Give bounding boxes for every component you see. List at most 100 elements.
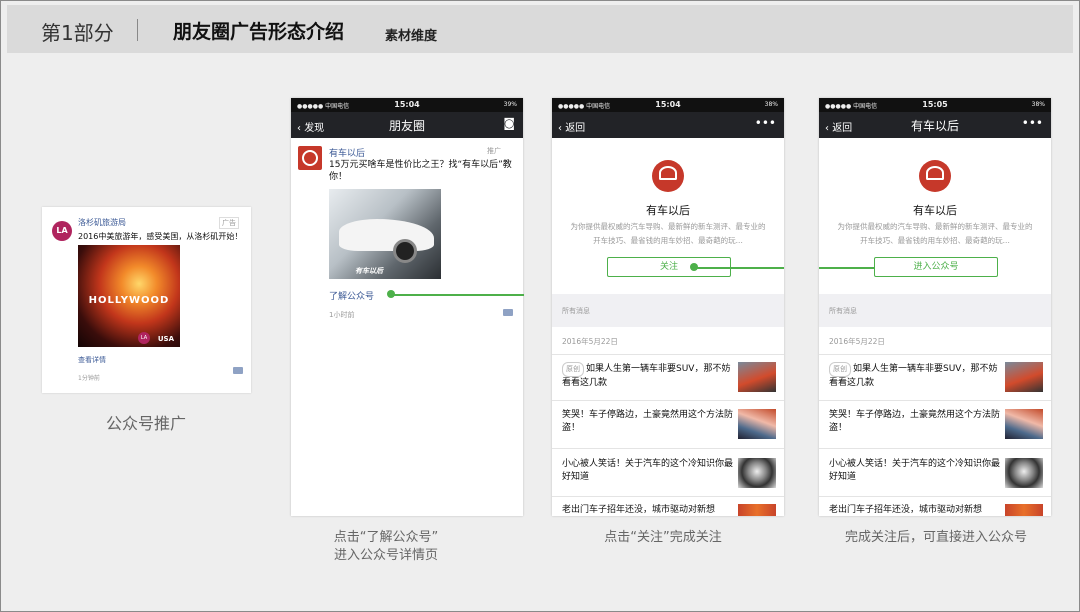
image-hollywood-text: HOLLYWOOD <box>88 295 170 306</box>
car-logo-icon <box>302 150 318 166</box>
message-date: 2016年5月22日 <box>829 337 885 346</box>
clock: 15:04 <box>394 100 420 109</box>
caption-step-3: 完成关注后，可直接进入公众号 <box>844 530 1027 545</box>
part-label: 第1部分 <box>41 21 114 45</box>
divider <box>552 496 784 497</box>
account-name[interactable]: 洛杉矶旅游局 <box>78 217 126 228</box>
enter-account-button[interactable]: 进入公众号 <box>874 257 998 277</box>
promo-tag[interactable]: 推广 <box>487 146 501 156</box>
ad-text: 2016中美旅游年，感受美国，从洛杉矶开始！ <box>78 232 243 241</box>
account-name[interactable]: 有车以后 <box>329 146 365 159</box>
message-thumbnail[interactable] <box>738 504 776 516</box>
brand-logo <box>919 160 951 192</box>
view-detail-link[interactable]: 查看详情 <box>78 355 106 365</box>
message-item[interactable]: 小心被人笑话！关于汽车的这个冷知识你最好知道 <box>829 458 1001 484</box>
car-logo-icon <box>926 166 944 180</box>
message-item[interactable]: 笑哭！车子停路边，土豪竟然用这个方法防盗！ <box>562 409 734 435</box>
car-shape <box>339 219 434 251</box>
phone-account-profile: ●●●●● 中国电信 15:04 38% ‹ 返回 ••• 有车以后 为你提供最… <box>552 98 784 516</box>
brand-avatar[interactable] <box>298 146 322 170</box>
message-thumbnail[interactable] <box>738 409 776 439</box>
divider <box>552 354 784 355</box>
learn-account-link[interactable]: 了解公众号 <box>329 289 374 302</box>
clock: 15:05 <box>922 100 948 109</box>
more-icon[interactable]: ••• <box>1022 116 1043 130</box>
clock: 15:04 <box>655 100 681 109</box>
message-item[interactable]: 老出门车子招年还没，城市驱动对新想 <box>829 504 1001 516</box>
caption-step-2: 点击“关注”完成关注 <box>604 530 722 545</box>
status-bar: ●●●●● 中国电信 15:04 39% <box>291 98 523 112</box>
battery: 38% <box>764 101 778 108</box>
header-divider <box>137 19 138 41</box>
connector-line-2 <box>694 267 784 269</box>
page-title: 朋友圈广告形态介绍 <box>173 21 345 43</box>
comment-icon[interactable] <box>503 309 513 316</box>
image-la-logo: LA <box>138 332 150 344</box>
divider <box>819 400 1051 401</box>
divider <box>552 448 784 449</box>
comment-icon[interactable] <box>233 367 243 374</box>
divider <box>819 448 1051 449</box>
battery: 39% <box>503 101 517 108</box>
message-title: 如果人生第一辆车非要SUV，那不妨看看这几款 <box>562 364 731 388</box>
caption-account-promo: 公众号推广 <box>105 414 186 433</box>
phone-after-follow: ●●●●● 中国电信 15:05 38% ‹ 返回 有车以后 ••• 有车以后 … <box>819 98 1051 516</box>
phone-moments: ●●●●● 中国电信 15:04 39% ‹ 发现 朋友圈 ◙ 有车以后 推广 … <box>291 98 523 516</box>
status-bar: ●●●●● 中国电信 15:04 38% <box>552 98 784 112</box>
wheel-shape <box>393 239 417 263</box>
caption-step-1-line2: 进入公众号详情页 <box>333 548 438 563</box>
slide-header: 第1部分 朋友圈广告形态介绍 素材维度 <box>7 5 1073 53</box>
ad-text: 15万元买啥车是性价比之王？找“有车以后”教你！ <box>329 160 512 182</box>
caption-step-1: 点击“了解公众号” 进入公众号详情页 <box>301 529 471 565</box>
message-item[interactable]: 原创 如果人生第一辆车非要SUV，那不妨看看这几款 <box>562 362 734 390</box>
account-description: 为你提供最权威的汽车导购、最新鲜的新车测评、最专业的开车技巧、最省钱的用车妙招、… <box>837 222 1033 245</box>
original-badge: 原创 <box>562 362 584 377</box>
ad-image[interactable]: HOLLYWOOD LA USA <box>78 245 180 347</box>
nav-bar: ‹ 返回 ••• <box>552 112 784 138</box>
divider <box>552 400 784 401</box>
message-thumbnail[interactable] <box>1005 362 1043 392</box>
ad-tag[interactable]: 广告 <box>219 217 239 229</box>
connector-line-3 <box>819 267 874 269</box>
status-bar: ●●●●● 中国电信 15:05 38% <box>819 98 1051 112</box>
camera-icon[interactable]: ◙ <box>503 116 515 130</box>
slide: 第1部分 朋友圈广告形态介绍 素材维度 LA 洛杉矶旅游局 广告 2016中美旅… <box>0 0 1080 612</box>
message-date: 2016年5月22日 <box>562 337 618 346</box>
nav-title: 朋友圈 <box>388 119 425 133</box>
messages-section-header: 所有消息 <box>552 294 784 327</box>
message-thumbnail[interactable] <box>738 362 776 392</box>
avatar[interactable]: LA <box>52 221 72 241</box>
original-badge: 原创 <box>829 362 851 377</box>
message-item[interactable]: 原创 如果人生第一辆车非要SUV，那不妨看看这几款 <box>829 362 1001 390</box>
moments-ad-card: LA 洛杉矶旅游局 广告 2016中美旅游年，感受美国，从洛杉矶开始！ HOLL… <box>42 207 251 393</box>
message-thumbnail[interactable] <box>1005 458 1043 488</box>
brand-logo <box>652 160 684 192</box>
nav-bar: ‹ 返回 有车以后 ••• <box>819 112 1051 138</box>
back-label: 返回 <box>565 123 586 134</box>
message-item[interactable]: 笑哭！车子停路边，土豪竟然用这个方法防盗！ <box>829 409 1001 435</box>
nav-title: 有车以后 <box>910 119 959 133</box>
account-description: 为你提供最权威的汽车导购、最新鲜的新车测评、最专业的开车技巧、最省钱的用车妙招、… <box>570 222 766 245</box>
nav-bar: ‹ 发现 朋友圈 ◙ <box>291 112 523 138</box>
connector-line-1 <box>391 294 524 296</box>
car-logo-icon <box>659 166 677 180</box>
image-usa-text: USA <box>157 335 174 343</box>
message-thumbnail[interactable] <box>1005 504 1043 516</box>
battery: 38% <box>1031 101 1045 108</box>
post-time: 1小时前 <box>329 311 355 319</box>
image-watermark: 有车以后 <box>355 267 383 275</box>
message-item[interactable]: 小心被人笑话！关于汽车的这个冷知识你最好知道 <box>562 458 734 484</box>
message-title: 如果人生第一辆车非要SUV，那不妨看看这几款 <box>829 364 998 388</box>
caption-step-1-line1: 点击“了解公众号” <box>333 530 439 545</box>
message-item[interactable]: 老出门车子招年还没，城市驱动对新想 <box>562 504 734 516</box>
divider <box>819 354 1051 355</box>
divider <box>819 496 1051 497</box>
message-thumbnail[interactable] <box>738 458 776 488</box>
ad-image[interactable]: 有车以后 <box>329 189 441 279</box>
message-thumbnail[interactable] <box>1005 409 1043 439</box>
section-label: 所有消息 <box>829 307 857 315</box>
section-label: 所有消息 <box>562 307 590 315</box>
back-button[interactable]: ‹ 返回 <box>558 119 585 134</box>
more-icon[interactable]: ••• <box>755 116 776 130</box>
account-name: 有车以后 <box>646 204 690 217</box>
